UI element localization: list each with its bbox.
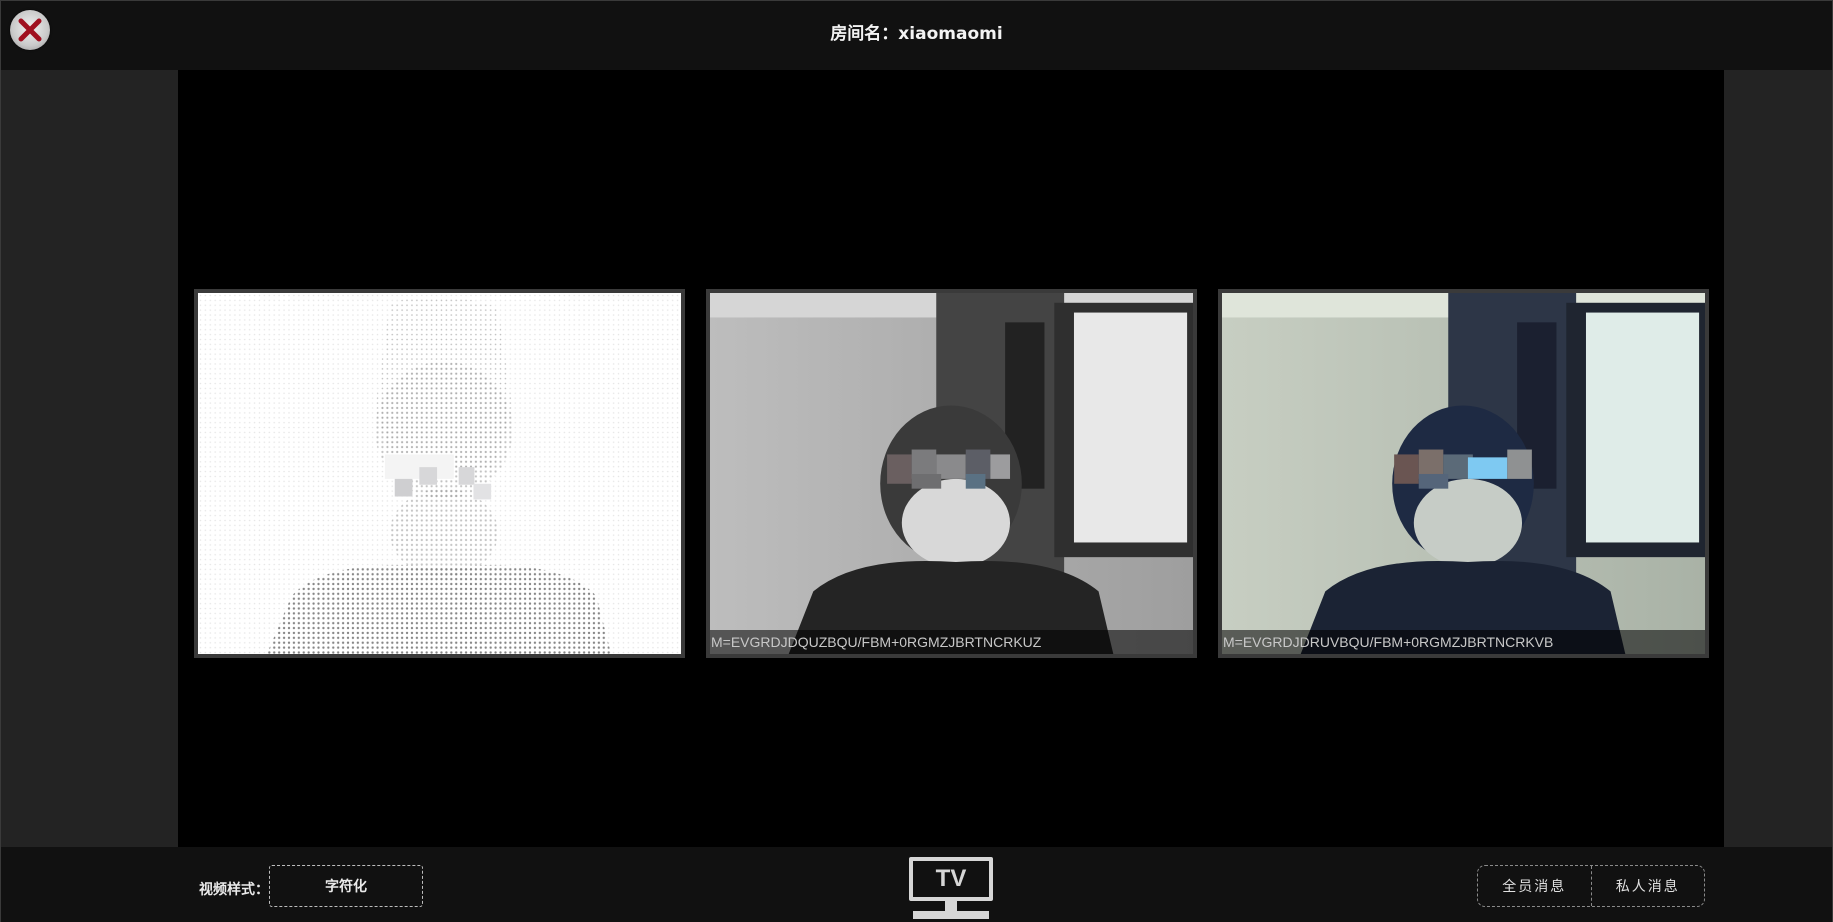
message-button-group: 全员消息 私人消息 bbox=[1477, 865, 1705, 907]
ascii-video-frame bbox=[198, 293, 681, 654]
video-tile-grayscale[interactable]: M=EVGRDJDQUZBQU/FBM+0RGMZJBRTNCRKUZ bbox=[706, 289, 1197, 658]
tv-stand-neck bbox=[945, 901, 957, 911]
video-style-label: 视频样式： bbox=[199, 882, 269, 898]
private-messages-button[interactable]: 私人消息 bbox=[1590, 866, 1705, 906]
tv-stand-base bbox=[913, 911, 989, 919]
color-video-frame bbox=[1222, 293, 1705, 654]
tv-icon: TV bbox=[909, 857, 993, 901]
footer-bar: 视频样式： 字符化 TV 全员消息 私人消息 bbox=[1, 847, 1832, 922]
video-tile-color[interactable]: M=EVGRDJDRUVBQU/FBM+0RGMZJBRTNCRKVB bbox=[1218, 289, 1709, 658]
stream-id-label: M=EVGRDJDQUZBQU/FBM+0RGMZJBRTNCRKUZ bbox=[710, 630, 1193, 654]
room-title: 房间名：xiaomaomi bbox=[830, 24, 1003, 44]
grayscale-video-frame bbox=[710, 293, 1193, 654]
stream-id-label: M=EVGRDJDRUVBQU/FBM+0RGMZJBRTNCRKVB bbox=[1222, 630, 1705, 654]
video-style-button[interactable]: 字符化 bbox=[269, 865, 423, 907]
header-bar: 房间名：xiaomaomi bbox=[1, 1, 1832, 70]
video-stage: M=EVGRDJDQUZBQU/FBM+0RGMZJBRTNCRKUZ M=EV… bbox=[178, 70, 1724, 847]
tv-button[interactable]: TV bbox=[909, 857, 993, 919]
video-room-app: 房间名：xiaomaomi M=EVGRDJDQUZBQU/FBM+0RGMZJ… bbox=[0, 0, 1833, 922]
tv-icon-text: TV bbox=[935, 865, 967, 892]
video-tile-ascii[interactable] bbox=[194, 289, 685, 658]
all-messages-button[interactable]: 全员消息 bbox=[1478, 866, 1591, 906]
